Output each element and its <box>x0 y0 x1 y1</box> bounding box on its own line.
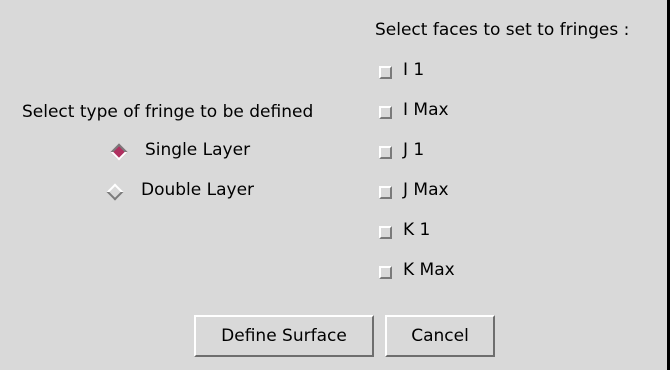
radio-label: Double Layer <box>141 180 255 200</box>
face-label: J 1 <box>403 140 425 160</box>
checkbox-icon[interactable] <box>379 66 392 79</box>
checkbox-icon[interactable] <box>379 266 392 279</box>
face-label: I Max <box>403 100 449 120</box>
checkbox-icon[interactable] <box>379 146 392 159</box>
radio-unselected-icon[interactable] <box>106 183 124 201</box>
face-label: J Max <box>403 180 449 200</box>
checkbox-icon[interactable] <box>379 106 392 119</box>
faces-section-title: Select faces to set to fringes : <box>375 20 630 40</box>
fringe-type-title: Select type of fringe to be defined <box>22 102 314 122</box>
face-label: K Max <box>403 260 455 280</box>
checkbox-icon[interactable] <box>379 226 392 239</box>
cancel-button[interactable]: Cancel <box>385 315 495 357</box>
checkbox-icon[interactable] <box>379 186 392 199</box>
face-label: K 1 <box>403 220 431 240</box>
face-label: I 1 <box>403 60 425 80</box>
radio-label: Single Layer <box>145 140 251 160</box>
define-surface-button[interactable]: Define Surface <box>194 315 374 357</box>
radio-selected-icon[interactable] <box>110 143 128 161</box>
